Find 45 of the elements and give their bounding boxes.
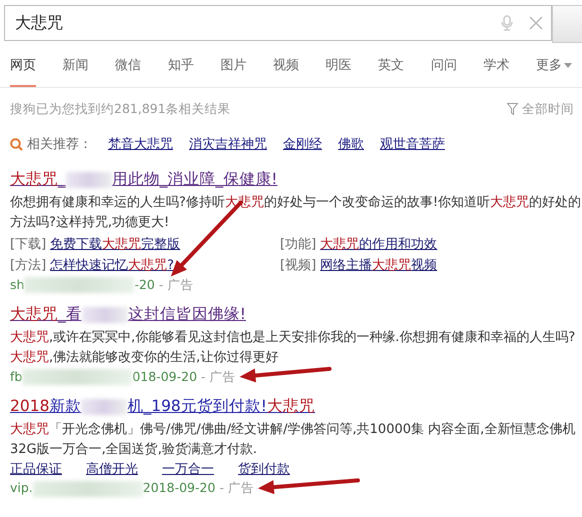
link-tag: [方法]	[10, 256, 46, 276]
result-url: vip. 2018-09-20	[10, 479, 216, 498]
search-box[interactable]: 大悲咒	[4, 5, 552, 41]
close-icon[interactable]	[529, 16, 544, 30]
tab[interactable]: 新闻	[62, 55, 89, 87]
caret-icon	[564, 63, 572, 68]
tab[interactable]: 学术	[483, 55, 510, 87]
tab[interactable]: 问问	[430, 55, 457, 87]
tab[interactable]: 更多	[536, 55, 572, 87]
blurred-text	[82, 307, 128, 323]
ad-label: - 广告	[201, 368, 236, 386]
result-url: fb 018-09-20	[10, 368, 198, 386]
related-link[interactable]: 金刚经	[283, 134, 322, 154]
blurred-text	[66, 172, 112, 188]
tab[interactable]: 明医	[326, 55, 352, 87]
result-description: 大悲咒,或许在冥冥中,你能够看见这封信也是上天安排你我的一种缘.你想拥有健康和幸福的人生吗? 大悲咒,佛法就能够改变你的生活,让你过得更好	[10, 328, 576, 366]
blurred-text	[81, 399, 128, 415]
result-url: sh -20	[10, 276, 155, 294]
feature-link[interactable]: 高僧开光	[86, 460, 138, 479]
feature-link[interactable]: 货到付款	[238, 460, 290, 479]
result-count: 搜狗已为您找到约281,891条相关结果	[10, 100, 231, 118]
related-link[interactable]: 佛歌	[338, 134, 364, 154]
feature-link[interactable]: 一万合一	[162, 460, 214, 479]
link-tag: [视频]	[280, 256, 316, 276]
ad-label: - 广告	[158, 276, 194, 294]
tab[interactable]: 网页	[10, 55, 36, 87]
tab[interactable]: 知乎	[168, 55, 194, 87]
microphone-icon[interactable]	[501, 15, 514, 31]
related-label: 相关推荐：	[27, 136, 92, 154]
tab[interactable]: 视频	[272, 55, 299, 87]
filter-icon	[507, 103, 518, 116]
search-icon	[10, 138, 23, 151]
sub-link[interactable]: 大悲咒的作用和功效	[320, 234, 438, 254]
tab[interactable]: 微信	[115, 55, 142, 87]
search-button[interactable]	[552, 5, 582, 43]
feature-link[interactable]: 正品保证	[10, 460, 62, 479]
related-link[interactable]: 消灾吉祥神咒	[189, 134, 267, 154]
tab[interactable]: 英文	[378, 55, 404, 87]
link-tag: [下载]	[10, 234, 46, 254]
result-description: 大悲咒「开光念佛机」佛号/佛咒/佛曲/经文讲解/学佛答问等,共10000集 内容全面,全新恒慧念佛机32G版一万合一,全国送货,验货满意才付款.	[10, 420, 576, 458]
related-link[interactable]: 观世音菩萨	[380, 134, 445, 154]
link-tag: [功能]	[280, 234, 316, 254]
ad-label: - 广告	[219, 479, 254, 497]
related-link[interactable]: 梵音大悲咒	[108, 134, 173, 154]
tab[interactable]: 图片	[220, 55, 246, 87]
